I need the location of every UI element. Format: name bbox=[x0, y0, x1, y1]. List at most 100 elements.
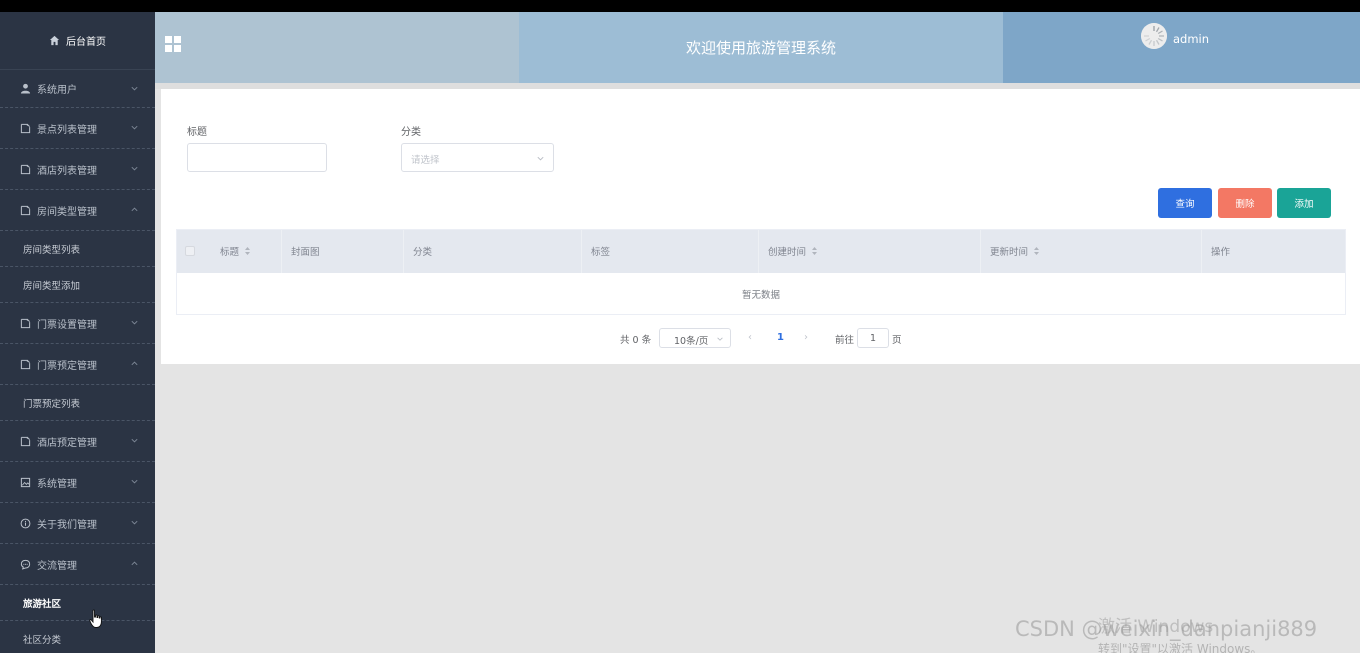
add-button[interactable]: 添加 bbox=[1277, 188, 1331, 218]
page-size-value: 10条/页 bbox=[674, 336, 709, 347]
sidebar-item-label: 交流管理 bbox=[37, 560, 77, 572]
data-table: 标题 封面图 分类 标签 创建时间 更新时间 操作 暂无数据 bbox=[176, 229, 1346, 315]
sidebar-subitem-label: 房间类型列表 bbox=[23, 244, 81, 256]
window-top-bar bbox=[0, 0, 1360, 12]
home-icon bbox=[49, 35, 60, 46]
sidebar-subitem-label: 房间类型添加 bbox=[23, 280, 81, 292]
prev-page-button[interactable]: ‹ bbox=[748, 332, 752, 343]
sidebar-item-label: 系统用户 bbox=[37, 85, 77, 96]
category-select[interactable]: 请选择 bbox=[401, 143, 554, 172]
windows-activation-subtitle: 转到"设置"以激活 Windows。 bbox=[1098, 642, 1263, 653]
category-filter-label: 分类 bbox=[401, 127, 421, 138]
chevron-up-icon bbox=[131, 361, 138, 366]
sidebar-subitem-community-category[interactable]: 社区分类 bbox=[0, 621, 155, 653]
sidebar-item-communication[interactable]: 交流管理 bbox=[0, 544, 155, 585]
column-header-title[interactable]: 标题 bbox=[220, 244, 251, 258]
next-page-button[interactable]: › bbox=[804, 332, 808, 343]
info-icon bbox=[19, 517, 31, 529]
sidebar-item-hotel-booking[interactable]: 酒店预定管理 bbox=[0, 421, 155, 462]
title-filter-label: 标题 bbox=[187, 127, 207, 138]
chevron-down-icon bbox=[131, 125, 138, 130]
sidebar-item-label: 景点列表管理 bbox=[37, 124, 97, 136]
column-header-created-at[interactable]: 创建时间 bbox=[768, 244, 818, 258]
chevron-down-icon bbox=[537, 156, 544, 161]
user-icon bbox=[19, 83, 31, 95]
page-title: 欢迎使用旅游管理系统 bbox=[685, 39, 836, 57]
chevron-down-icon bbox=[131, 438, 138, 443]
column-header-actions: 操作 bbox=[1211, 244, 1230, 258]
title-filter-input[interactable] bbox=[187, 143, 327, 172]
chat-icon bbox=[19, 558, 31, 570]
column-header-tags: 标签 bbox=[591, 244, 610, 258]
document-icon bbox=[19, 358, 31, 370]
sidebar-item-label: 关于我们管理 bbox=[37, 519, 97, 531]
sidebar-item-scenic-spots[interactable]: 景点列表管理 bbox=[0, 108, 155, 149]
column-header-label: 标签 bbox=[591, 247, 611, 258]
sidebar: 后台首页 系统用户 景点列表管理 酒店列表管理 房间类型管理 房间类型列表 房间… bbox=[0, 12, 155, 653]
query-button[interactable]: 查询 bbox=[1158, 188, 1212, 218]
chevron-down-icon bbox=[131, 320, 138, 325]
sidebar-item-label: 门票预定管理 bbox=[37, 360, 97, 372]
sidebar-item-about-us[interactable]: 关于我们管理 bbox=[0, 503, 155, 544]
document-icon bbox=[19, 317, 31, 329]
chevron-up-icon bbox=[131, 561, 138, 566]
document-icon bbox=[19, 435, 31, 447]
goto-page-input[interactable]: 1 bbox=[857, 328, 889, 348]
column-header-label: 标题 bbox=[220, 247, 240, 258]
username[interactable]: admin bbox=[1173, 32, 1209, 46]
sidebar-item-system-users[interactable]: 系统用户 bbox=[0, 70, 155, 108]
column-header-cover: 封面图 bbox=[291, 244, 320, 258]
column-header-updated-at[interactable]: 更新时间 bbox=[990, 244, 1040, 258]
column-header-category: 分类 bbox=[413, 244, 432, 258]
sidebar-item-room-types[interactable]: 房间类型管理 bbox=[0, 190, 155, 231]
select-all-checkbox[interactable] bbox=[185, 246, 195, 256]
column-header-label: 创建时间 bbox=[768, 247, 807, 258]
category-select-placeholder: 请选择 bbox=[411, 155, 440, 166]
page-size-select[interactable]: 10条/页 bbox=[659, 328, 731, 348]
sort-icon[interactable] bbox=[244, 246, 251, 256]
document-icon bbox=[19, 204, 31, 216]
sidebar-subitem-label: 门票预定列表 bbox=[23, 398, 81, 410]
sidebar-item-ticket-settings[interactable]: 门票设置管理 bbox=[0, 303, 155, 344]
page-suffix-label: 页 bbox=[892, 335, 902, 346]
sidebar-subitem-room-type-list[interactable]: 房间类型列表 bbox=[0, 231, 155, 267]
sidebar-item-label: 后台首页 bbox=[66, 37, 106, 48]
column-header-label: 封面图 bbox=[291, 247, 320, 258]
sort-icon[interactable] bbox=[811, 246, 818, 256]
chevron-down-icon bbox=[717, 337, 723, 341]
hand-cursor-icon bbox=[89, 609, 102, 628]
column-header-label: 分类 bbox=[413, 247, 433, 258]
sidebar-item-label: 酒店预定管理 bbox=[37, 437, 97, 449]
chevron-down-icon bbox=[131, 520, 138, 525]
header-left bbox=[155, 12, 519, 83]
current-page-number[interactable]: 1 bbox=[777, 332, 784, 343]
pagination-total: 共 0 条 bbox=[620, 335, 652, 346]
sort-icon[interactable] bbox=[1033, 246, 1040, 256]
header-title-area: 欢迎使用旅游管理系统 bbox=[519, 12, 1003, 83]
sidebar-subitem-room-type-add[interactable]: 房间类型添加 bbox=[0, 267, 155, 303]
sidebar-subitem-label: 社区分类 bbox=[23, 634, 62, 646]
grid-menu-icon[interactable] bbox=[165, 36, 181, 52]
table-header: 标题 封面图 分类 标签 创建时间 更新时间 操作 bbox=[177, 230, 1345, 273]
sidebar-item-system-management[interactable]: 系统管理 bbox=[0, 462, 155, 503]
chevron-down-icon bbox=[131, 166, 138, 171]
sidebar-item-label: 酒店列表管理 bbox=[37, 165, 97, 177]
csdn-watermark: CSDN @weixin_danpianji889 bbox=[1015, 617, 1318, 641]
pagination: 共 0 条 10条/页 ‹ 1 › 前往 1 页 bbox=[161, 328, 1360, 348]
sidebar-item-label: 房间类型管理 bbox=[37, 206, 97, 218]
document-icon bbox=[19, 122, 31, 134]
sidebar-subitem-travel-community[interactable]: 旅游社区 bbox=[0, 585, 155, 621]
sidebar-subitem-ticket-booking-list[interactable]: 门票预定列表 bbox=[0, 385, 155, 421]
sidebar-item-ticket-booking[interactable]: 门票预定管理 bbox=[0, 344, 155, 385]
delete-button[interactable]: 删除 bbox=[1218, 188, 1272, 218]
column-divider bbox=[758, 230, 759, 273]
column-divider bbox=[281, 230, 282, 273]
sidebar-item-hotel-list[interactable]: 酒店列表管理 bbox=[0, 149, 155, 190]
avatar[interactable] bbox=[1141, 23, 1167, 49]
document-icon bbox=[19, 163, 31, 175]
picture-icon bbox=[19, 476, 31, 488]
column-divider bbox=[403, 230, 404, 273]
sidebar-item-home[interactable]: 后台首页 bbox=[0, 12, 155, 70]
column-divider bbox=[980, 230, 981, 273]
chevron-down-icon bbox=[131, 86, 138, 90]
